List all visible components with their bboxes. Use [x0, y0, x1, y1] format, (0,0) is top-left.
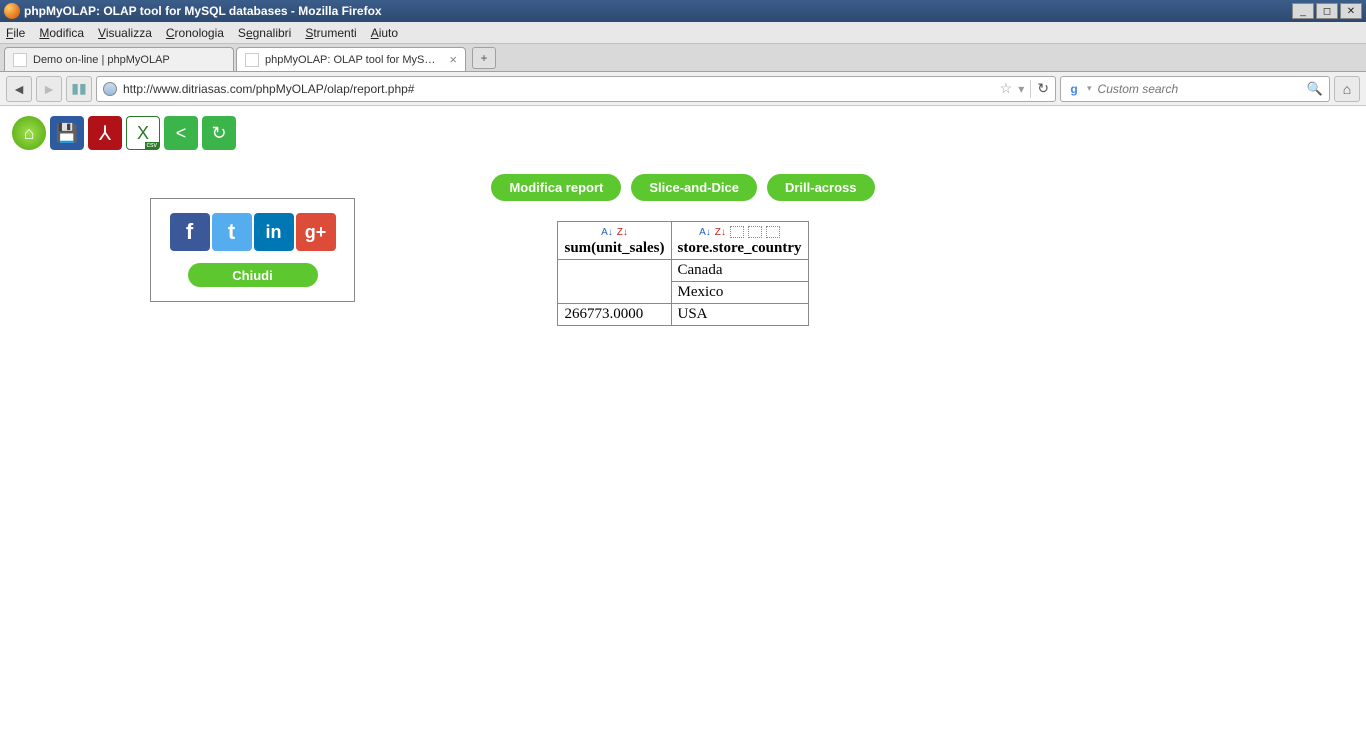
report-table: sum(unit_sales) store.store_country Cana… [557, 221, 808, 326]
save-icon[interactable]: 💾 [50, 116, 84, 150]
dropdown-icon[interactable]: ▾ [1087, 83, 1092, 94]
maximize-button[interactable]: ◻ [1316, 3, 1338, 19]
social-row: f t in g+ [170, 213, 336, 251]
bookmark-star-icon[interactable]: ☆ [1000, 80, 1013, 97]
url-text: http://www.ditriasas.com/phpMyOLAP/olap/… [123, 82, 994, 96]
table-row: Canada [558, 260, 808, 282]
slice-and-dice-button[interactable]: Slice-and-Dice [631, 174, 757, 201]
action-buttons: Modifica report Slice-and-Dice Drill-acr… [248, 174, 1118, 201]
url-bar[interactable]: http://www.ditriasas.com/phpMyOLAP/olap/… [96, 76, 1056, 102]
window-title: phpMyOLAP: OLAP tool for MySQL databases… [24, 4, 1292, 18]
drill-down-icon[interactable] [748, 226, 762, 238]
search-bar[interactable]: g ▾ 🔍 [1060, 76, 1330, 102]
search-input[interactable] [1098, 82, 1301, 96]
sort-asc-icon[interactable] [699, 226, 711, 238]
measure-header-label: sum(unit_sales) [564, 240, 664, 257]
excel-icon[interactable]: X [126, 116, 160, 150]
dimension-cell: Mexico [671, 282, 808, 304]
page-content: ⌂ 💾 ⅄ X < ↻ Modifica report Slice-and-Di… [0, 106, 1366, 742]
firefox-icon [4, 3, 20, 19]
linkedin-icon[interactable]: in [254, 213, 294, 251]
menu-view[interactable]: Visualizza [98, 26, 152, 40]
minimize-button[interactable]: _ [1292, 3, 1314, 19]
tab-label: phpMyOLAP: OLAP tool for MySQL datab... [265, 54, 443, 66]
dimension-cell: USA [671, 304, 808, 326]
reload-icon[interactable]: ↻ [1037, 80, 1049, 97]
twitter-icon[interactable]: t [212, 213, 252, 251]
table-row: 266773.0000 USA [558, 304, 808, 326]
close-window-button[interactable]: ✕ [1340, 3, 1362, 19]
home-button[interactable]: ⌂ [1334, 76, 1360, 102]
tab-report[interactable]: phpMyOLAP: OLAP tool for MySQL datab... … [236, 47, 466, 71]
measure-header-cell: sum(unit_sales) [558, 222, 671, 260]
nav-toolbar: ◄ ► ▮▮ http://www.ditriasas.com/phpMyOLA… [0, 72, 1366, 106]
menu-edit[interactable]: Modifica [39, 26, 84, 40]
forward-button[interactable]: ► [36, 76, 62, 102]
close-share-button[interactable]: Chiudi [188, 263, 318, 287]
measure-cell: 266773.0000 [558, 304, 671, 326]
close-tab-icon[interactable]: × [449, 52, 457, 67]
sort-asc-icon[interactable] [601, 227, 613, 238]
dimension-header-label: store.store_country [678, 240, 802, 257]
report-table-wrap: sum(unit_sales) store.store_country Cana… [248, 221, 1118, 326]
tab-demo[interactable]: Demo on-line | phpMyOLAP [4, 47, 234, 71]
refresh-icon[interactable]: ↻ [202, 116, 236, 150]
site-identity-icon [103, 82, 117, 96]
menu-history[interactable]: Cronologia [166, 26, 224, 40]
search-icon[interactable]: 🔍 [1307, 81, 1323, 97]
tab-strip: Demo on-line | phpMyOLAP phpMyOLAP: OLAP… [0, 44, 1366, 72]
menu-bookmarks[interactable]: Segnalibri [238, 26, 291, 40]
menu-tools[interactable]: Strumenti [305, 26, 356, 40]
googleplus-icon[interactable]: g+ [296, 213, 336, 251]
google-icon: g [1067, 82, 1081, 96]
menu-bar: File Modifica Visualizza Cronologia Segn… [0, 22, 1366, 44]
home-icon[interactable]: ⌂ [12, 116, 46, 150]
chart-icon[interactable] [766, 226, 780, 238]
share-icon[interactable]: < [164, 116, 198, 150]
menu-file[interactable]: File [6, 26, 25, 40]
drill-across-button[interactable]: Drill-across [767, 174, 875, 201]
activity-button[interactable]: ▮▮ [66, 76, 92, 102]
modify-report-button[interactable]: Modifica report [491, 174, 621, 201]
dimension-header-cell: store.store_country [671, 222, 808, 260]
dimension-cell: Canada [671, 260, 808, 282]
tab-label: Demo on-line | phpMyOLAP [33, 54, 225, 66]
sort-desc-icon[interactable] [617, 227, 628, 238]
page-icon [13, 53, 27, 67]
pdf-icon[interactable]: ⅄ [88, 116, 122, 150]
divider [1030, 80, 1031, 98]
dropdown-icon[interactable]: ▾ [1018, 82, 1024, 96]
window-titlebar: phpMyOLAP: OLAP tool for MySQL databases… [0, 0, 1366, 22]
drill-up-icon[interactable] [730, 226, 744, 238]
sort-desc-icon[interactable] [715, 226, 726, 238]
page-icon [245, 53, 259, 67]
share-dialog: f t in g+ Chiudi [150, 198, 355, 302]
facebook-icon[interactable]: f [170, 213, 210, 251]
app-toolbar: ⌂ 💾 ⅄ X < ↻ [12, 116, 1354, 150]
measure-cell [558, 260, 671, 304]
back-button[interactable]: ◄ [6, 76, 32, 102]
new-tab-button[interactable]: + [472, 47, 496, 69]
menu-help[interactable]: Aiuto [371, 26, 398, 40]
